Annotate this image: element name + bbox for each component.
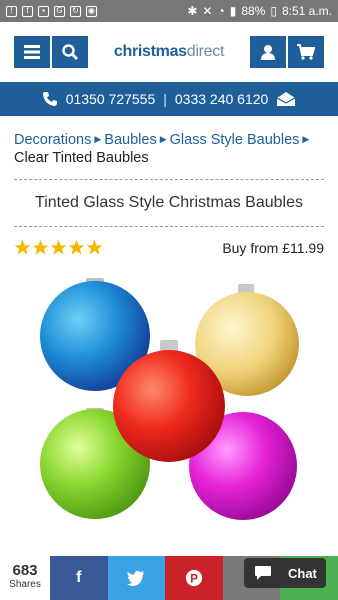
pinterest-icon: P xyxy=(185,569,203,587)
status-bar: ! f ▪ G ↻ ◉ ✱ ✕ ◔ ▮ 88% ▯ 8:51 a.m. xyxy=(0,0,338,22)
battery-icon: ▯ xyxy=(270,4,277,18)
rating-row: Buy from £11.99 xyxy=(0,227,338,256)
breadcrumb-link-decorations[interactable]: Decorations xyxy=(14,132,91,148)
svg-text:P: P xyxy=(190,573,198,586)
phone-number-1[interactable]: 01350 727555 xyxy=(66,91,156,107)
signal-icon: ▮ xyxy=(229,4,237,18)
breadcrumb-arrow-icon: ▶ xyxy=(159,134,167,144)
breadcrumb-arrow-icon: ▶ xyxy=(94,134,102,144)
star-icon xyxy=(50,239,67,255)
sync-notification-icon: ↻ xyxy=(70,5,81,17)
breadcrumb-link-baubles[interactable]: Baubles xyxy=(104,132,156,148)
phone-icon xyxy=(42,92,57,106)
facebook-notification-icon: f xyxy=(22,5,33,17)
star-icon xyxy=(32,239,49,255)
baubles-image xyxy=(40,278,299,520)
search-icon xyxy=(62,44,78,60)
menu-icon xyxy=(24,45,40,59)
account-button[interactable] xyxy=(250,36,286,68)
share-count: 683 Shares xyxy=(0,556,50,600)
product-title: Tinted Glass Style Christmas Baubles xyxy=(14,180,324,227)
twitter-share-button[interactable] xyxy=(107,556,166,600)
star-icon xyxy=(14,239,31,255)
battery-level: 88% xyxy=(241,4,266,18)
clock: 8:51 a.m. xyxy=(281,4,332,18)
chat-label: Chat xyxy=(288,565,317,581)
breadcrumb-current: Clear Tinted Baubles xyxy=(14,150,149,166)
mute-icon: ✕ xyxy=(202,4,213,18)
twitter-icon xyxy=(127,570,145,586)
breadcrumb-link-glass-style[interactable]: Glass Style Baubles xyxy=(170,132,300,148)
pinterest-share-button[interactable]: P xyxy=(165,556,223,600)
price-label: Buy from £11.99 xyxy=(222,239,324,256)
brand-logo[interactable]: christmasdirect xyxy=(88,43,250,61)
bluetooth-icon: ✱ xyxy=(187,4,198,18)
phone-number-2[interactable]: 0333 240 6120 xyxy=(175,91,268,107)
breadcrumb: Decorations ▶ Baubles ▶ Glass Style Baubles ▶… xyxy=(14,116,324,180)
chat-button[interactable]: Chat xyxy=(244,558,326,588)
camera-notification-icon: ◉ xyxy=(86,5,97,17)
chat-icon xyxy=(255,566,271,580)
cart-icon xyxy=(297,44,315,60)
user-icon xyxy=(261,45,275,60)
product-image[interactable] xyxy=(0,256,338,526)
star-icon xyxy=(86,239,103,255)
image-notification-icon: ▪ xyxy=(38,5,49,17)
facebook-icon: f xyxy=(76,569,82,586)
top-navigation: christmasdirect xyxy=(0,22,338,82)
notification-icon: ! xyxy=(6,5,17,17)
wifi-icon: ◔ xyxy=(217,4,225,18)
phone-separator: | xyxy=(163,91,167,107)
search-button[interactable] xyxy=(52,36,88,68)
facebook-share-button[interactable]: f xyxy=(50,556,108,600)
google-notification-icon: G xyxy=(54,5,65,17)
email-icon[interactable] xyxy=(276,91,296,107)
star-icon xyxy=(68,239,85,255)
breadcrumb-arrow-icon: ▶ xyxy=(302,134,310,144)
menu-button[interactable] xyxy=(14,36,50,68)
phone-bar: 01350 727555 | 0333 240 6120 xyxy=(0,82,338,116)
cart-button[interactable] xyxy=(288,36,324,68)
star-rating[interactable] xyxy=(14,239,103,256)
